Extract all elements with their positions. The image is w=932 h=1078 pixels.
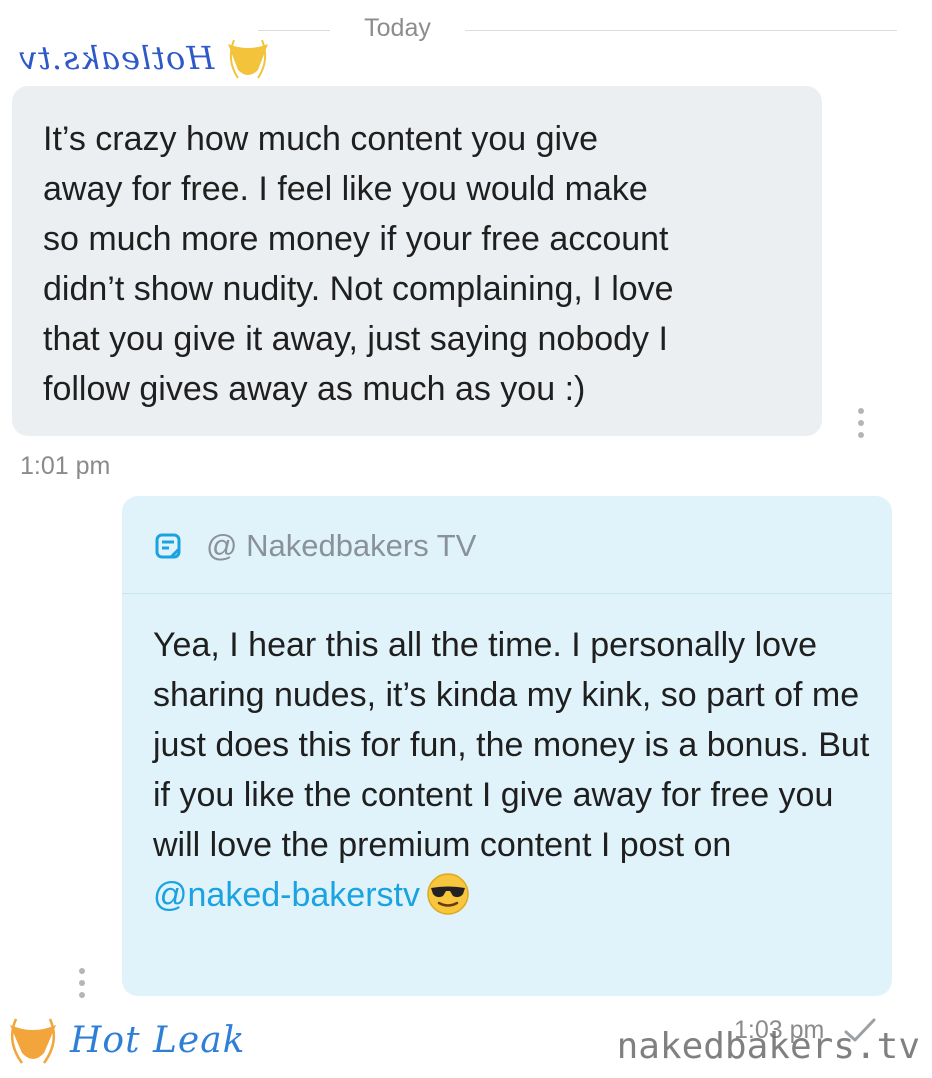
more-vertical-icon-outgoing[interactable] bbox=[78, 968, 86, 998]
panties-logo-icon bbox=[228, 39, 269, 79]
watermark-text-bottom: Hot Leak bbox=[70, 1019, 246, 1061]
reply-header[interactable]: @ Nakedbakers TV bbox=[154, 526, 476, 566]
incoming-message-bubble[interactable]: It’s crazy how much content you give awa… bbox=[12, 86, 822, 436]
watermark-text: Hotleaks.tv bbox=[18, 39, 215, 77]
more-vertical-icon[interactable] bbox=[857, 408, 865, 438]
watermark-bottom-right: nakedbakers.tv bbox=[616, 1026, 920, 1067]
outgoing-message-text: Yea, I hear this all the time. I persona… bbox=[153, 620, 873, 920]
watermark-bottom-left: Hot Leak bbox=[6, 1010, 245, 1070]
sunglasses-emoji-icon bbox=[427, 873, 469, 915]
reply-divider bbox=[122, 593, 892, 594]
incoming-message-text: It’s crazy how much content you give awa… bbox=[43, 120, 674, 408]
mention-link[interactable]: @naked-bakerstv bbox=[153, 876, 420, 914]
reply-sender-label: @ Nakedbakers TV bbox=[206, 528, 477, 563]
date-label: Today bbox=[364, 14, 431, 42]
note-icon bbox=[155, 533, 181, 559]
divider-line-right bbox=[465, 30, 897, 31]
outgoing-message-bubble[interactable]: @ Nakedbakers TV Yea, I hear this all th… bbox=[122, 496, 892, 996]
incoming-message-time: 1:01 pm bbox=[20, 452, 111, 480]
panties-logo-icon-bottom bbox=[10, 1018, 56, 1064]
watermark-top-left: Hotleaks.tv bbox=[18, 28, 272, 88]
outgoing-message-body: Yea, I hear this all the time. I persona… bbox=[153, 626, 870, 864]
